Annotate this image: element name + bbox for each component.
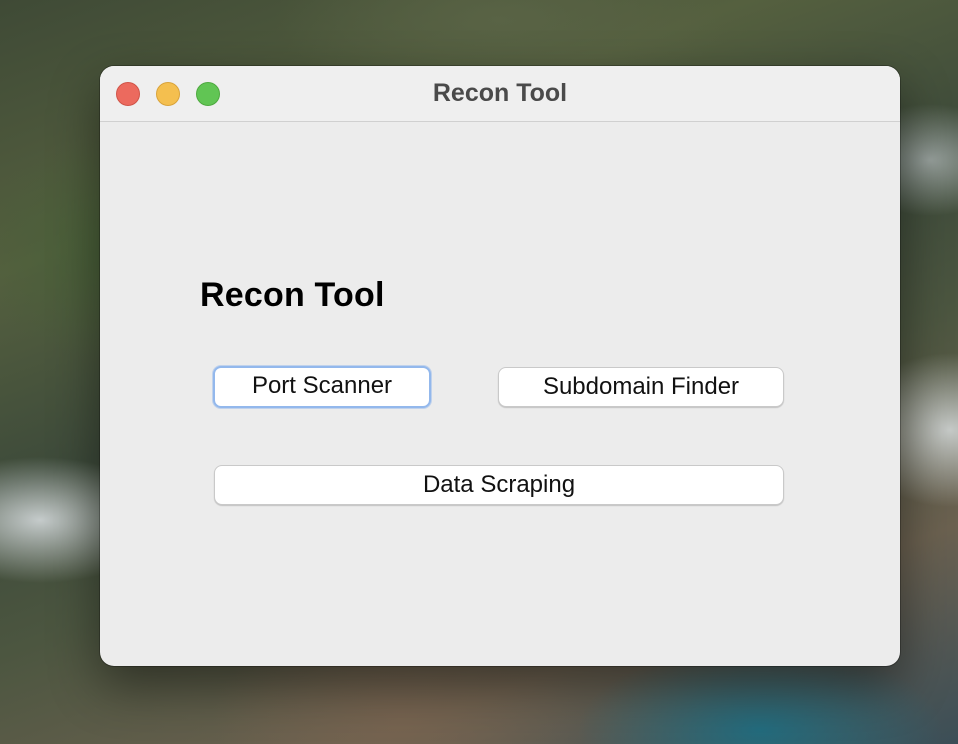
port-scanner-button[interactable]: Port Scanner bbox=[213, 366, 431, 408]
main-panel: Recon Tool Port Scanner Subdomain Finder… bbox=[100, 122, 900, 666]
page-title: Recon Tool bbox=[200, 276, 385, 314]
app-window: Recon Tool Recon Tool Port Scanner Subdo… bbox=[100, 66, 900, 666]
subdomain-finder-button[interactable]: Subdomain Finder bbox=[498, 367, 784, 407]
title-bar[interactable]: Recon Tool bbox=[100, 66, 900, 122]
window-title: Recon Tool bbox=[432, 79, 568, 107]
desktop-background: Recon Tool Recon Tool Port Scanner Subdo… bbox=[0, 0, 958, 744]
data-scraping-button[interactable]: Data Scraping bbox=[214, 465, 784, 505]
